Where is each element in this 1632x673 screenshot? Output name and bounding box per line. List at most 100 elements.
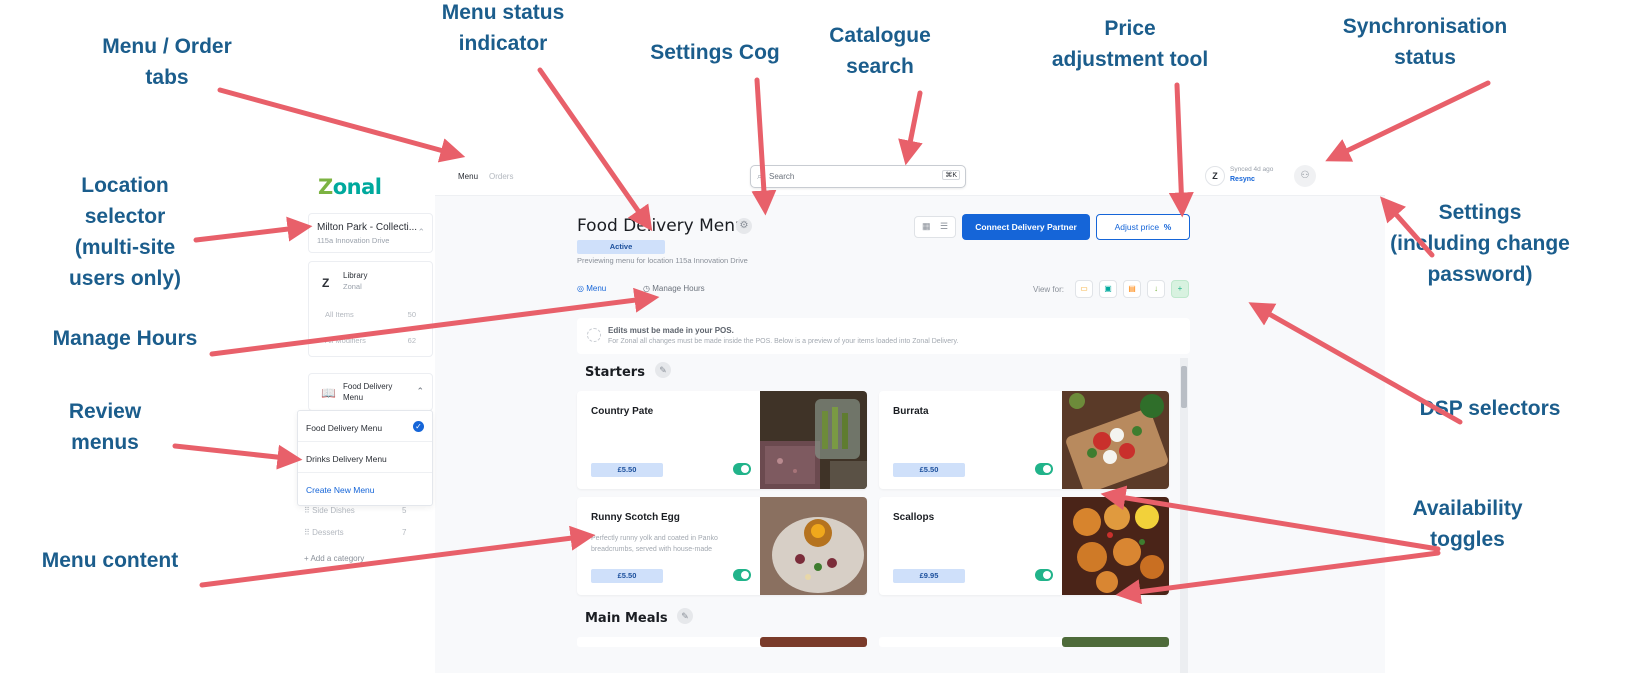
item-image <box>760 391 867 489</box>
connect-delivery-partner-button[interactable]: Connect Delivery Partner <box>962 214 1090 240</box>
item-name: Scallops <box>893 512 935 523</box>
category-side-dishes[interactable]: ⠿ Side Dishes <box>304 506 355 515</box>
list-icon[interactable]: ☰ <box>940 221 948 232</box>
arrow <box>217 87 466 163</box>
library-all-modifiers[interactable]: All Modifiers <box>325 336 366 345</box>
item-image <box>1062 497 1169 595</box>
item-price: £9.95 <box>893 569 965 583</box>
item-price: £5.50 <box>591 463 663 477</box>
callout-availability-toggles: Availability toggles <box>1412 497 1523 551</box>
check-icon: ✓ <box>413 421 424 432</box>
location-selector[interactable]: Milton Park - Collecti... 115a Innovatio… <box>308 213 433 253</box>
pos-notice: Edits must be made in your POS. For Zona… <box>577 318 1190 354</box>
menu-item-card[interactable]: Scallops £9.95 <box>879 497 1169 595</box>
location-address: 115a Innovation Drive <box>317 236 390 245</box>
menu-group-label: Food Delivery Menu <box>343 382 393 402</box>
add-category-button[interactable]: + Add a category <box>304 554 364 563</box>
create-new-menu-link[interactable]: Create New Menu <box>306 485 375 495</box>
book-icon: 📖 <box>321 386 336 400</box>
library-card[interactable]: Z Library Zonal All Items 50 All Modifie… <box>308 261 433 357</box>
chevron-up-icon: ⌃ <box>416 386 424 396</box>
dsp-selector-icon[interactable]: ▭ <box>1075 280 1093 298</box>
top-bar: Menu Orders ⌕ Search ⌘K Z Synced 4d ago … <box>435 160 1385 196</box>
menu-item-card[interactable]: Burrata £5.50 <box>879 391 1169 489</box>
pencil-icon[interactable]: ✎ <box>677 608 693 624</box>
grid-icon[interactable]: ▦ <box>922 221 931 232</box>
tab-menu-view[interactable]: ◎ Menu <box>577 284 606 293</box>
callout-menu-content: Menu content <box>41 549 179 572</box>
menu-option-food[interactable]: Food Delivery Menu ✓ <box>298 411 432 442</box>
add-dsp-icon[interactable]: + <box>1171 280 1189 298</box>
view-toggle[interactable]: ▦ ☰ <box>914 216 956 238</box>
item-image <box>1062 391 1169 489</box>
library-all-items[interactable]: All Items <box>325 310 354 319</box>
menu-option-drinks[interactable]: Drinks Delivery Menu <box>298 442 432 473</box>
search-icon: ⌕ <box>757 171 763 181</box>
chevron-updown-icon: ⌃ <box>417 227 425 237</box>
catalogue-search[interactable]: ⌕ Search ⌘K <box>750 165 966 188</box>
callout-review-menus: Review menus <box>68 400 142 454</box>
user-settings-icon[interactable]: ⚇ <box>1294 165 1316 187</box>
callout-location-selector: Location selector (multi-site users only… <box>68 174 182 290</box>
section-title: Starters <box>585 365 645 380</box>
availability-toggle[interactable] <box>733 569 751 581</box>
menu-item-card[interactable]: Runny Scotch Egg Perfectly runny yolk an… <box>577 497 867 595</box>
arrow <box>898 90 923 166</box>
resync-link[interactable]: Resync <box>1230 176 1255 183</box>
item-name: Runny Scotch Egg <box>591 512 680 523</box>
percent-icon: % <box>1163 222 1172 232</box>
notice-title: Edits must be made in your POS. <box>608 326 734 335</box>
location-name: Milton Park - Collecti... <box>317 222 418 233</box>
dsp-selector-icon[interactable]: ▤ <box>1123 280 1141 298</box>
callout-menu-status-indicator: Menu status indicator <box>441 1 565 55</box>
zonal-logo: Zonal <box>318 175 382 199</box>
main-content: Menu Orders ⌕ Search ⌘K Z Synced 4d ago … <box>435 160 1385 673</box>
item-image <box>760 497 867 595</box>
menu-dropdown: Food Delivery Menu ✓ Drinks Delivery Men… <box>297 410 433 506</box>
callout-menu-order-tabs: Menu / Order tabs <box>102 35 232 89</box>
availability-toggle[interactable] <box>1035 569 1053 581</box>
adjust-price-button[interactable]: Adjust price % <box>1096 214 1190 240</box>
zonal-icon: Z <box>322 276 330 290</box>
search-input[interactable]: Search <box>769 172 794 181</box>
arrow <box>1325 80 1491 162</box>
callout-synchronisation-status: Synchronisation status <box>1342 15 1508 69</box>
category-desserts[interactable]: ⠿ Desserts <box>304 528 344 537</box>
library-all-modifiers-count: 62 <box>407 336 416 345</box>
gear-icon[interactable]: ⚙ <box>736 218 752 234</box>
tab-manage-hours[interactable]: ◷ Manage Hours <box>643 284 705 293</box>
item-name: Country Pate <box>591 406 654 417</box>
callout-catalogue-search: Catalogue search <box>829 24 931 78</box>
library-subtitle: Zonal <box>343 282 362 291</box>
category-count: 5 <box>402 506 407 515</box>
callout-dsp-selectors: DSP selectors <box>1419 397 1561 420</box>
item-name: Burrata <box>893 406 929 417</box>
menu-item-card[interactable]: Country Pate £5.50 <box>577 391 867 489</box>
view-for-label: View for: <box>1033 285 1064 294</box>
item-price: £5.50 <box>893 463 965 477</box>
callout-manage-hours: Manage Hours <box>52 327 198 350</box>
menu-group-selector[interactable]: 📖 Food Delivery Menu ⌃ <box>308 373 433 411</box>
zonal-icon: Z <box>1205 166 1225 186</box>
tab-orders[interactable]: Orders <box>489 172 513 181</box>
arrow <box>172 443 303 470</box>
dsp-selector-icon[interactable]: ▣ <box>1099 280 1117 298</box>
shortcut-hint: ⌘K <box>942 170 960 180</box>
callout-settings-cog: Settings Cog <box>650 41 780 64</box>
dsp-selector-icon[interactable]: ↓ <box>1147 280 1165 298</box>
scrollbar-thumb[interactable] <box>1181 366 1187 408</box>
zonal-app: Zonal Milton Park - Collecti... 115a Inn… <box>290 160 1385 673</box>
library-title: Library <box>343 271 368 280</box>
item-description: Perfectly runny yolk and coated in Panko… <box>591 535 718 553</box>
callout-settings: Settings (including change password) <box>1390 201 1570 286</box>
item-image <box>760 637 867 647</box>
callout-price-adjustment-tool: Price adjustment tool <box>1051 17 1209 71</box>
notice-body: For Zonal all changes must be made insid… <box>608 338 959 345</box>
pencil-icon[interactable]: ✎ <box>655 362 671 378</box>
info-icon <box>587 328 601 342</box>
availability-toggle[interactable] <box>733 463 751 475</box>
availability-toggle[interactable] <box>1035 463 1053 475</box>
tab-menu[interactable]: Menu <box>458 172 478 181</box>
status-badge: Active <box>577 240 665 254</box>
sidebar: Zonal Milton Park - Collecti... 115a Inn… <box>290 160 440 673</box>
